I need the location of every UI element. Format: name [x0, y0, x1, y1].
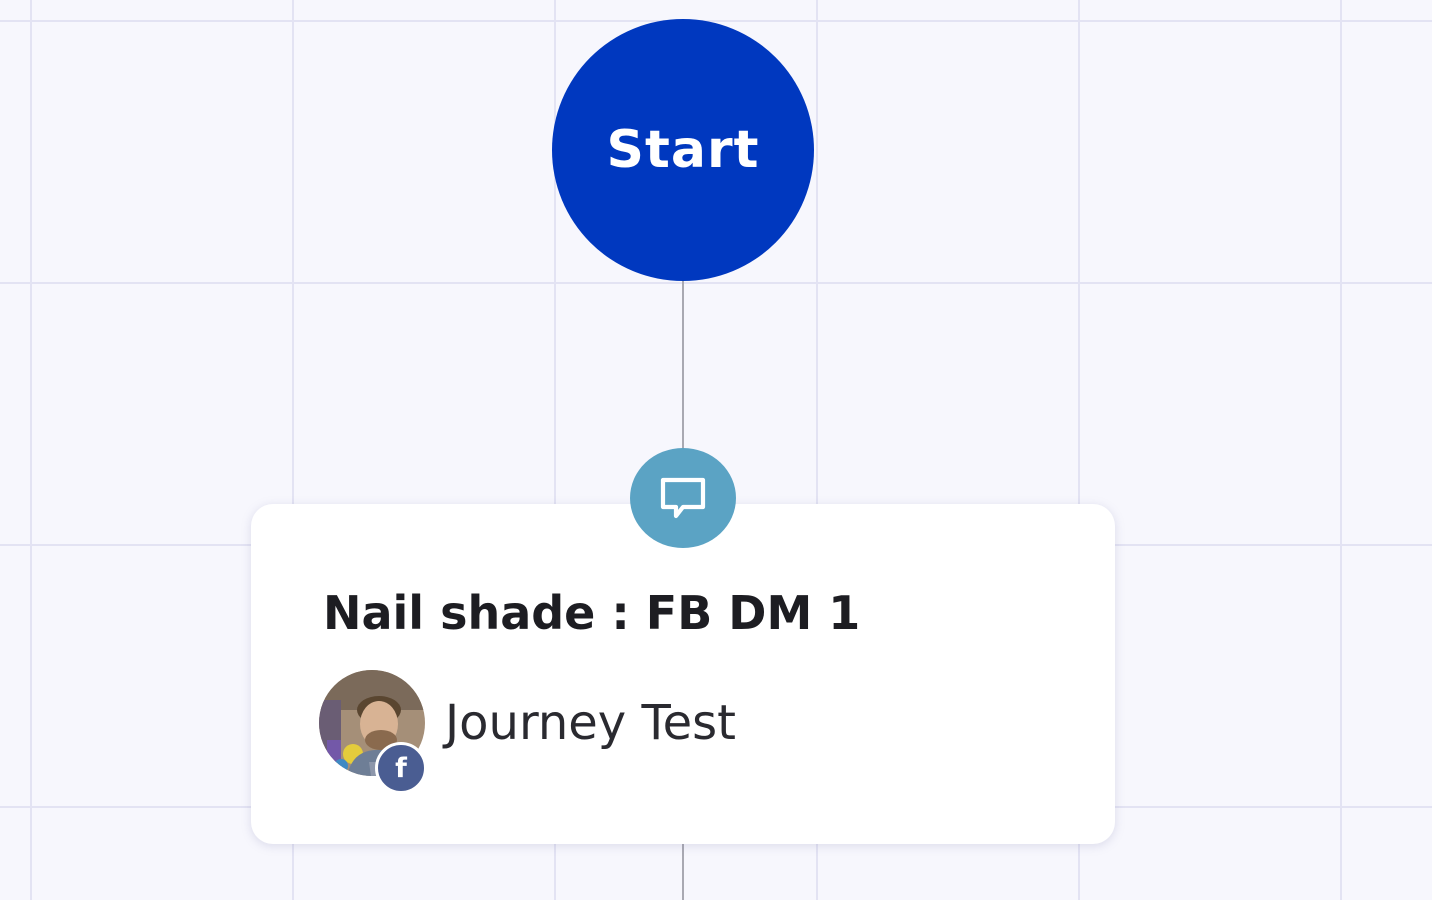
start-node-label: Start [606, 120, 760, 180]
account-name: Journey Test [445, 695, 736, 751]
facebook-badge-glyph: f [395, 752, 407, 784]
journey-canvas[interactable]: Start Nail shade : FB DM 1 f Journey Tes… [0, 0, 1432, 900]
facebook-icon: f [375, 742, 427, 794]
start-node[interactable]: Start [552, 19, 814, 281]
account-avatar: f [319, 670, 427, 794]
connector-line [682, 272, 684, 454]
chat-bubble-icon[interactable] [630, 448, 736, 548]
message-node-title: Nail shade : FB DM 1 [323, 586, 861, 640]
account-row: f Journey Test [319, 670, 736, 794]
message-node-card[interactable]: Nail shade : FB DM 1 f Journey Test [251, 504, 1115, 844]
chat-bubble-glyph [660, 477, 706, 519]
connector-line-below [682, 842, 684, 900]
